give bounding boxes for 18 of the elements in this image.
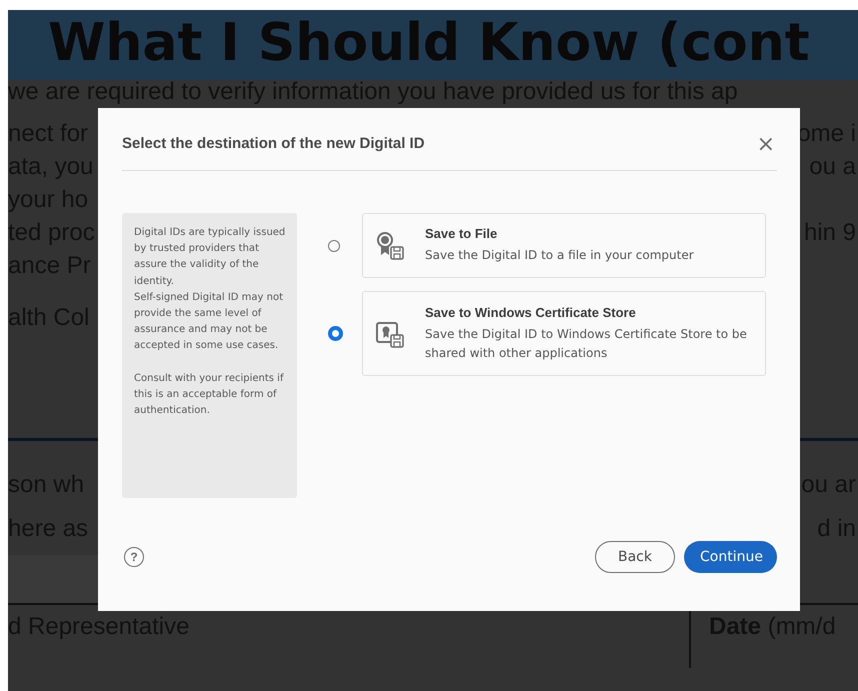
back-button[interactable]: Back <box>595 541 675 573</box>
option-card[interactable]: Save to Windows Certificate Store Save the Digital ID to Windows Certificate Store to be shared with other applications <box>362 291 766 376</box>
continue-button[interactable]: Continue <box>684 541 777 573</box>
radio-button[interactable] <box>328 326 343 341</box>
info-text: Self-signed Digital ID may not provide the same level of assurance and may not be accepted in some use cases. <box>134 290 284 354</box>
option-description: Save the Digital ID to a file in your computer <box>425 247 694 264</box>
option-title: Save to File <box>425 226 498 241</box>
info-text: Digital IDs are typically issued by trusted providers that assure the validity of the identity. <box>134 226 286 289</box>
option-title: Save to Windows Certificate Store <box>425 304 637 320</box>
option-description: Save the Digital ID to Windows Certificate Store to be shared with other applications <box>425 326 748 362</box>
dialog-title: Select the destination of the new Digital ID <box>122 134 425 152</box>
radio-button[interactable] <box>328 240 340 252</box>
info-text: Consult with your recipients if this is an acceptable form of authentication. <box>134 372 285 418</box>
help-icon[interactable]: ? <box>124 547 144 567</box>
page-heading: What I Should Know (cont <box>48 12 810 75</box>
option-card[interactable]: Save to File Save the Digital ID to a file in your computer <box>362 213 766 278</box>
ribbon-floppy-icon <box>375 230 405 260</box>
close-button[interactable]: × <box>754 132 777 156</box>
